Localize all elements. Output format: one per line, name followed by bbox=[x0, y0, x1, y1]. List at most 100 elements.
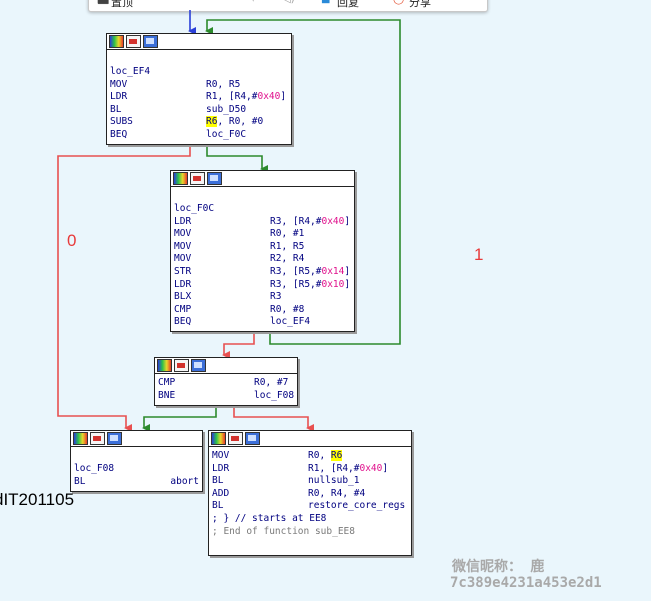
operand-text: R0, #1 bbox=[270, 228, 305, 240]
operands[interactable]: abort bbox=[170, 476, 199, 489]
operand-text: ] bbox=[344, 265, 351, 277]
operand-text: R3 bbox=[270, 291, 282, 303]
code-line[interactable]: BLX R3 bbox=[174, 291, 351, 304]
highlighted-register: R6 bbox=[330, 450, 343, 461]
code-line[interactable]: BL abort bbox=[74, 476, 199, 489]
operands[interactable]: R3 bbox=[270, 291, 281, 304]
block-loc-f08[interactable]: loc_F08 BL abort bbox=[70, 430, 203, 492]
code-line[interactable]: loc_EF4 bbox=[110, 66, 288, 79]
graph-view-icon[interactable] bbox=[207, 172, 222, 185]
code-line[interactable]: LDR R1, [R4,#0x40] bbox=[110, 91, 288, 104]
code-line[interactable]: BL sub_D50 bbox=[110, 104, 288, 117]
code-line[interactable]: MOV R0, R5 bbox=[110, 79, 288, 92]
code-line[interactable]: MOV R2, R4 bbox=[174, 253, 351, 266]
code-label[interactable]: loc_F08 bbox=[74, 463, 114, 474]
operands[interactable]: R0, R6 bbox=[308, 450, 343, 463]
code-comment: ; End of function sub_EE8 bbox=[212, 525, 355, 537]
operand-text: loc_F08 bbox=[254, 389, 295, 401]
operands[interactable]: R0, #1 bbox=[270, 228, 304, 241]
code-line[interactable]: STR R3, [R5,#0x14] bbox=[174, 266, 351, 279]
code-line[interactable]: MOV R1, R5 bbox=[174, 241, 351, 254]
operands[interactable]: R6, R0, #0 bbox=[206, 116, 263, 129]
block-loc-ef4[interactable]: loc_EF4 MOV R0, R5 LDR R1, [R4,#0x40] BL sub_D… bbox=[106, 33, 292, 145]
mnemonic: LDR bbox=[174, 215, 192, 227]
code-line[interactable]: MOV R0, #1 bbox=[174, 228, 351, 241]
block-code: loc_EF4 MOV R0, R5 LDR R1, [R4,#0x40] BL sub_D… bbox=[107, 50, 291, 144]
edit-block-icon[interactable] bbox=[228, 432, 243, 445]
operands[interactable]: R3, [R5,#0x10] bbox=[270, 279, 350, 292]
graph-view-icon[interactable] bbox=[245, 432, 260, 445]
code-line[interactable]: LDR R3, [R5,#0x10] bbox=[174, 279, 351, 292]
edit-block-icon[interactable] bbox=[190, 172, 205, 185]
code-line[interactable]: BEQ loc_F0C bbox=[110, 129, 288, 142]
immediate-value: 0x14 bbox=[321, 265, 345, 277]
mnemonic: MOV bbox=[174, 228, 192, 240]
operands[interactable]: loc_F0C bbox=[206, 129, 246, 142]
mnemonic: STR bbox=[174, 265, 192, 277]
code-line[interactable]: LDR R3, [R4,#0x40] bbox=[174, 216, 351, 229]
operands[interactable]: R3, [R4,#0x40] bbox=[270, 216, 350, 229]
code-line[interactable]: BEQ loc_EF4 bbox=[174, 316, 351, 329]
code-line[interactable]: ; } // starts at EE8 bbox=[212, 513, 408, 526]
code-line[interactable]: ; End of function sub_EE8 bbox=[212, 526, 408, 539]
mnemonic: ADD bbox=[212, 487, 230, 499]
mnemonic: CMP bbox=[158, 377, 176, 388]
color-palette-icon[interactable] bbox=[157, 359, 172, 372]
block-cmp-r0-7[interactable]: CMP R0, #7 BNE loc_F08 bbox=[154, 357, 298, 406]
edit-block-icon[interactable] bbox=[126, 35, 141, 48]
color-palette-icon[interactable] bbox=[109, 35, 124, 48]
code-line[interactable]: BL nullsub_1 bbox=[212, 475, 408, 488]
mnemonic: BL bbox=[110, 103, 122, 115]
operands[interactable]: R0, R5 bbox=[206, 79, 240, 92]
operands[interactable]: R3, [R5,#0x14] bbox=[270, 266, 350, 279]
mnemonic: LDR bbox=[174, 278, 192, 290]
code-line[interactable]: loc_F0C bbox=[174, 203, 351, 216]
code-line[interactable]: CMP R0, #8 bbox=[174, 304, 351, 317]
code-line[interactable]: CMP R0, #7 bbox=[158, 377, 294, 390]
operands[interactable]: R1, R5 bbox=[270, 241, 304, 254]
operands[interactable]: R1, [R4,#0x40] bbox=[206, 91, 286, 104]
graph-view-icon[interactable] bbox=[107, 432, 122, 445]
color-palette-icon[interactable] bbox=[73, 432, 88, 445]
operands[interactable]: sub_D50 bbox=[206, 104, 246, 117]
color-palette-icon[interactable] bbox=[211, 432, 226, 445]
operands[interactable]: nullsub_1 bbox=[308, 475, 359, 488]
mnemonic: CMP bbox=[174, 303, 192, 315]
edit-block-icon[interactable] bbox=[174, 359, 189, 372]
operand-text: R1, [R4,# bbox=[308, 462, 360, 474]
code-line[interactable]: BNE loc_F08 bbox=[158, 390, 294, 403]
graph-view-icon[interactable] bbox=[191, 359, 206, 372]
code-line[interactable]: loc_F08 bbox=[74, 463, 199, 476]
mnemonic: BLX bbox=[174, 291, 192, 303]
operands[interactable]: R0, #8 bbox=[270, 304, 304, 317]
operand-text: ] bbox=[382, 462, 389, 474]
code-line[interactable]: MOV R0, R6 bbox=[212, 450, 408, 463]
graph-view-icon[interactable] bbox=[143, 35, 158, 48]
mnemonic: MOV bbox=[174, 253, 192, 265]
code-label[interactable]: loc_EF4 bbox=[110, 66, 150, 77]
operands[interactable]: R0, R4, #4 bbox=[308, 488, 365, 501]
block-function-end[interactable]: MOV R0, R6 LDR R1, [R4,#0x40] BL nullsub_1 ADD… bbox=[208, 430, 412, 556]
code-label[interactable]: loc_F0C bbox=[174, 203, 214, 214]
edit-block-icon[interactable] bbox=[90, 432, 105, 445]
operand-text: R1, R5 bbox=[270, 240, 305, 252]
operands[interactable]: restore_core_regs bbox=[308, 500, 405, 513]
mnemonic: BEQ bbox=[174, 316, 192, 328]
operands[interactable]: R0, #7 bbox=[254, 377, 288, 390]
operand-text: R0, #8 bbox=[270, 303, 305, 315]
code-line[interactable]: ADD R0, R4, #4 bbox=[212, 488, 408, 501]
mnemonic: BL bbox=[74, 475, 86, 487]
block-loc-f0c[interactable]: loc_F0C LDR R3, [R4,#0x40] MOV R0, #1 MOV R1, … bbox=[170, 170, 355, 332]
color-palette-icon[interactable] bbox=[173, 172, 188, 185]
code-line[interactable]: LDR R1, [R4,#0x40] bbox=[212, 463, 408, 476]
operands[interactable]: R1, [R4,#0x40] bbox=[308, 463, 388, 476]
operands[interactable]: R2, R4 bbox=[270, 253, 304, 266]
block-code: MOV R0, R6 LDR R1, [R4,#0x40] BL nullsub_1 ADD… bbox=[209, 447, 411, 540]
operands[interactable]: loc_F08 bbox=[254, 390, 294, 403]
operands[interactable]: loc_EF4 bbox=[270, 316, 310, 329]
block-header bbox=[71, 431, 202, 447]
operand-text: sub_D50 bbox=[206, 103, 247, 115]
code-line[interactable]: BL restore_core_regs bbox=[212, 500, 408, 513]
code-line[interactable]: SUBS R6, R0, #0 bbox=[110, 116, 288, 129]
operand-text: R3, [R4,# bbox=[270, 215, 322, 227]
